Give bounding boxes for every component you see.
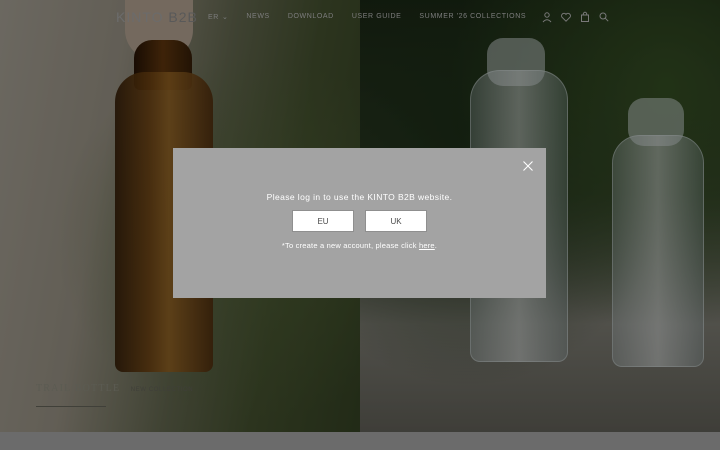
close-icon[interactable] — [522, 160, 534, 172]
footer-band — [0, 432, 720, 450]
modal-note-suffix: . — [434, 241, 438, 250]
modal-note: *To create a new account, please click h… — [173, 241, 546, 250]
login-modal: Please log in to use the KINTO B2B websi… — [173, 148, 546, 298]
uk-button[interactable]: UK — [365, 210, 427, 232]
modal-note-prefix: *To create a new account, please click — [281, 241, 419, 250]
eu-button[interactable]: EU — [292, 210, 354, 232]
modal-message: Please log in to use the KINTO B2B websi… — [266, 192, 453, 202]
create-account-link[interactable]: here — [419, 241, 435, 250]
region-buttons: EU UK — [173, 210, 546, 232]
